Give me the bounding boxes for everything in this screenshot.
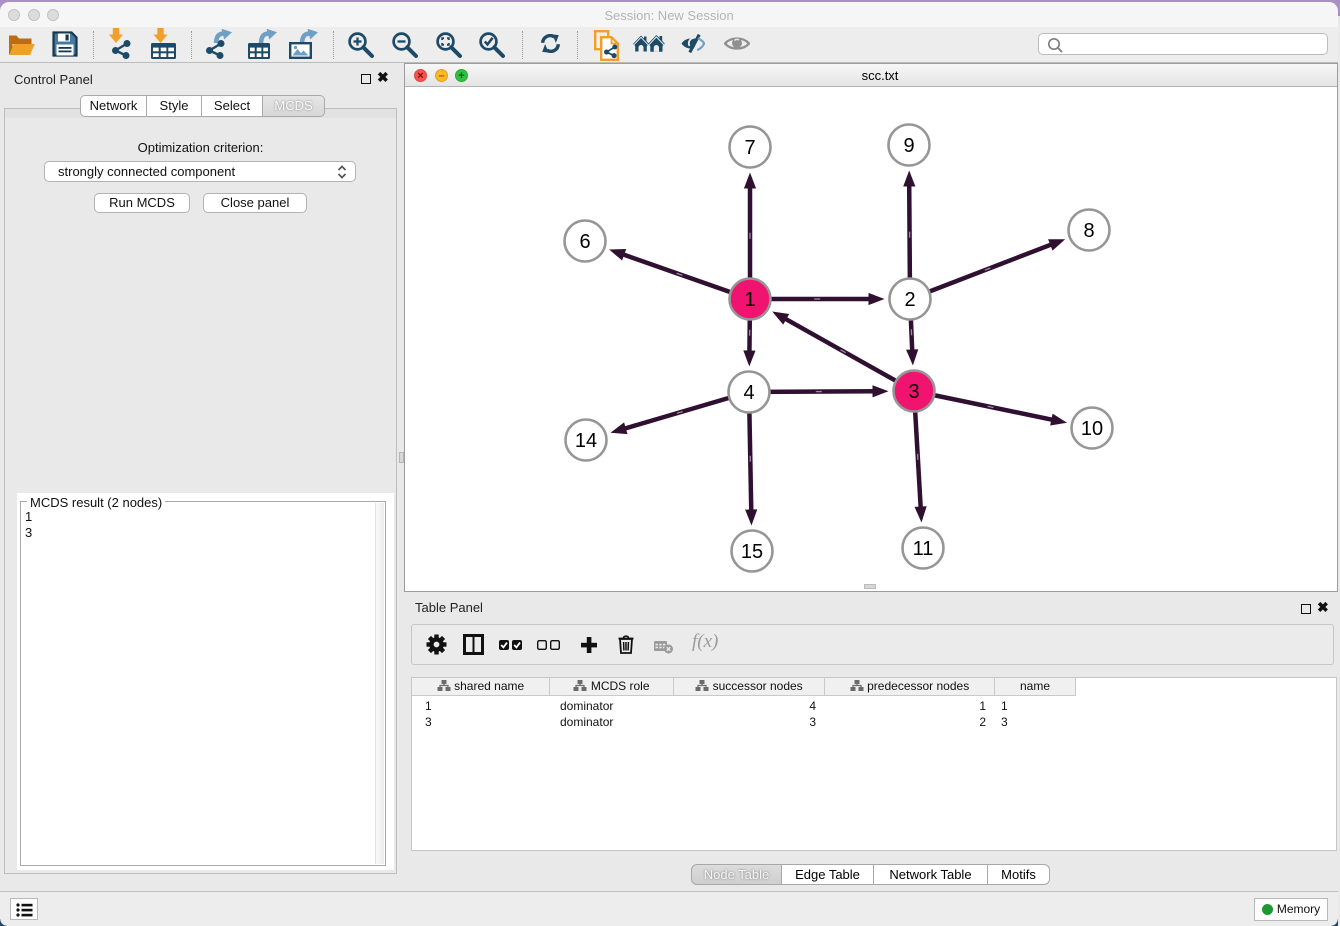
svg-text:1: 1 — [744, 289, 755, 311]
svg-text:15: 15 — [741, 541, 763, 563]
svg-text:10: 10 — [1081, 418, 1103, 440]
svg-text:11: 11 — [913, 538, 934, 560]
svg-text:6: 6 — [579, 231, 590, 253]
svg-text:2: 2 — [904, 289, 915, 311]
svg-text:4: 4 — [743, 382, 754, 404]
svg-text:8: 8 — [1083, 220, 1094, 242]
svg-text:14: 14 — [575, 430, 597, 452]
svg-text:9: 9 — [903, 135, 914, 157]
svg-text:3: 3 — [908, 381, 919, 403]
svg-text:7: 7 — [744, 137, 755, 159]
